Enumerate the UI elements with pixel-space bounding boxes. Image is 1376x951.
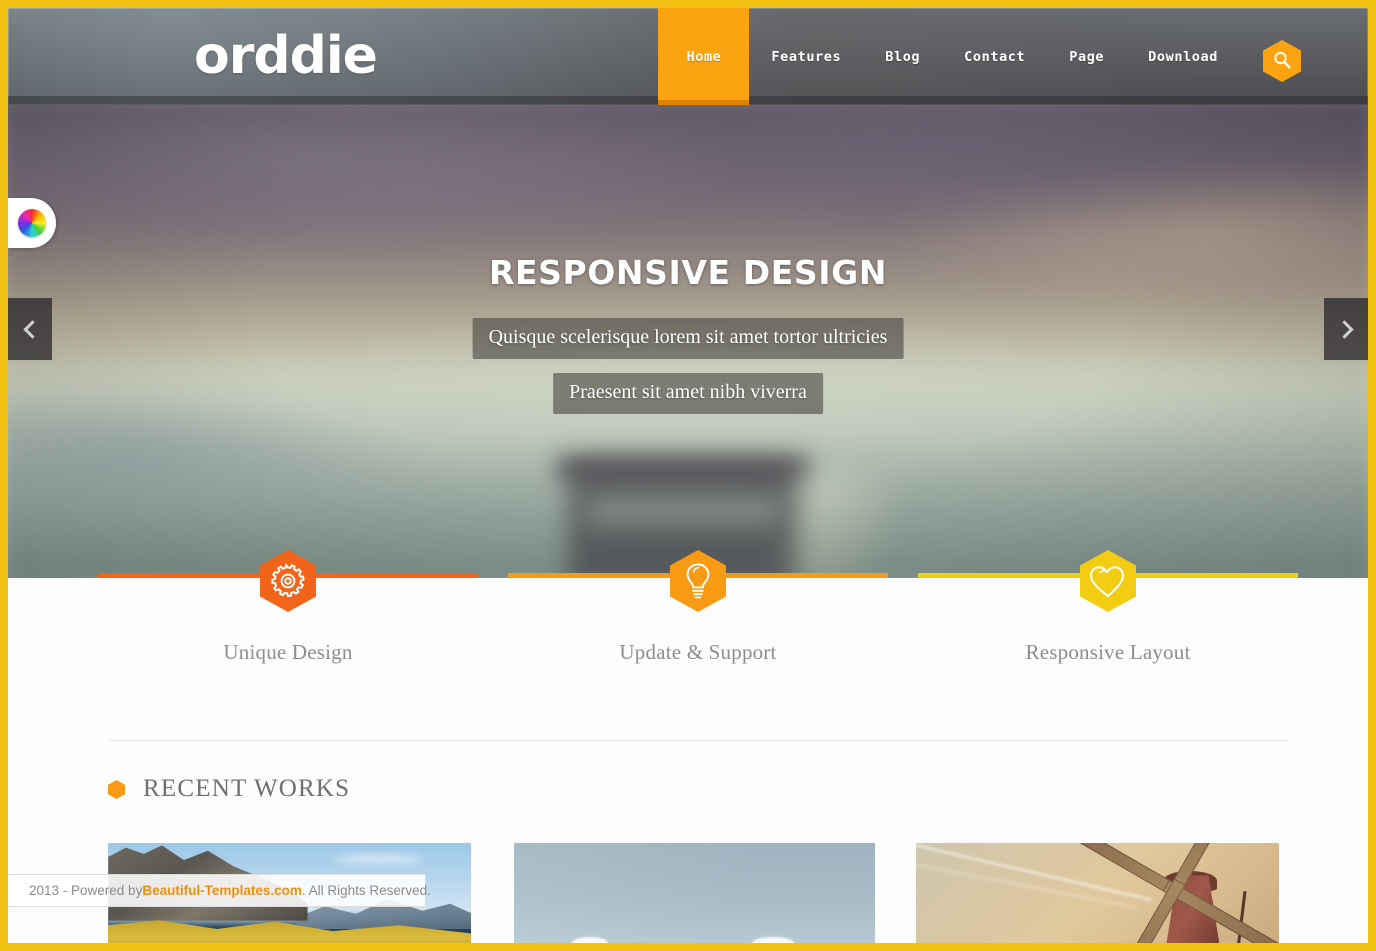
footer-suffix: . All Rights Reserved. [301, 883, 431, 898]
color-wheel-icon [18, 209, 46, 237]
section-divider [108, 740, 1288, 741]
chevron-right-icon [1334, 319, 1354, 339]
features-strip: Unique Design Update & Support Responsiv… [8, 550, 1368, 728]
hero-caption-2: Praesent sit amet nibh viverra [553, 373, 823, 414]
lightbulb-icon [670, 550, 726, 612]
footer-brand-link[interactable]: Beautiful-Templates.com [142, 883, 302, 898]
hero-caption-1: Quisque scelerisque lorem sit amet torto… [472, 318, 904, 359]
thumb1-haze [514, 843, 875, 943]
recent-works-title: RECENT WORKS [143, 775, 351, 802]
nav-item-features[interactable]: Features [749, 8, 863, 105]
main-navigation: Home Features Blog Contact Page Download [658, 8, 1240, 105]
footer-prefix: 2013 - Powered by [29, 883, 143, 898]
search-icon [1263, 40, 1301, 82]
work-thumbnail-1[interactable] [514, 843, 875, 943]
recent-works-heading: RECENT WORKS [108, 775, 350, 803]
nav-item-home[interactable]: Home [658, 8, 750, 105]
hero-slider: RESPONSIVE DESIGN Quisque scelerisque lo… [8, 105, 1368, 578]
feature-icon-badge-2 [1080, 550, 1136, 612]
feature-icon-badge-1 [670, 550, 726, 612]
page-frame: orddie Home Features Blog Contact Page D… [8, 8, 1368, 943]
thumb0-cloud [333, 853, 424, 864]
chevron-left-icon [22, 319, 42, 339]
thumb1-cloud-b [752, 937, 794, 943]
work-thumbnail-2[interactable] [916, 843, 1279, 943]
gear-icon [260, 550, 316, 612]
nav-item-download[interactable]: Download [1126, 8, 1240, 105]
site-header: orddie Home Features Blog Contact Page D… [8, 8, 1368, 105]
feature-icon-badge-0 [260, 550, 316, 612]
nav-item-contact[interactable]: Contact [942, 8, 1047, 105]
feature-label-0: Unique Design [223, 640, 353, 664]
nav-item-blog[interactable]: Blog [863, 8, 942, 105]
feature-label-1: Update & Support [619, 640, 777, 664]
slider-prev-button[interactable] [8, 298, 52, 360]
nav-item-page[interactable]: Page [1047, 8, 1126, 105]
search-button[interactable] [1262, 39, 1302, 83]
hexagon-bullet-icon [108, 779, 125, 799]
heart-icon [1080, 550, 1136, 612]
hero-title: RESPONSIVE DESIGN [488, 253, 888, 292]
thumb1-cloud-a [572, 937, 608, 943]
color-switcher-button[interactable] [8, 198, 56, 248]
site-logo[interactable]: orddie [194, 30, 378, 82]
footer-credit-bar: 2013 - Powered by Beautiful-Templates.co… [8, 874, 431, 907]
slider-next-button[interactable] [1324, 298, 1368, 360]
feature-label-2: Responsive Layout [1025, 640, 1191, 664]
